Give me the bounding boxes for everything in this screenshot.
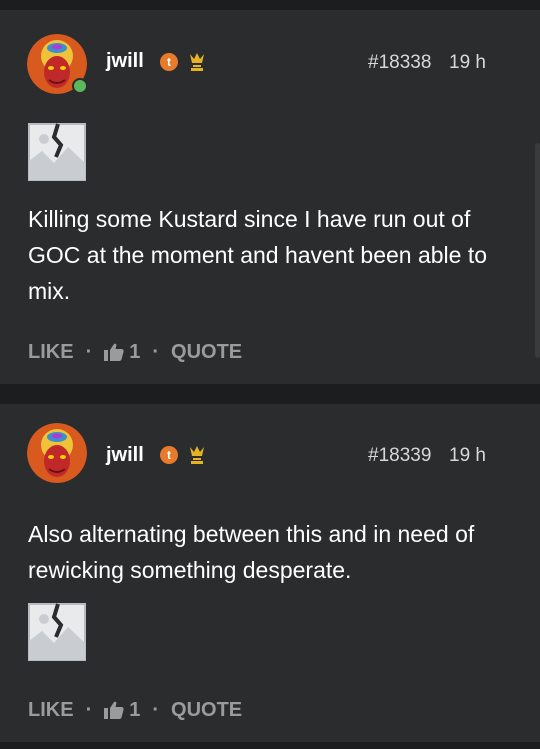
separator: · — [85, 698, 93, 721]
separator: · — [152, 698, 160, 721]
post-time: 19 h — [449, 445, 486, 466]
quote-button[interactable]: QUOTE — [171, 341, 242, 364]
badge-icon: t — [160, 446, 178, 464]
post-actions: LIKE · 1 · QUOTE — [28, 697, 242, 723]
thumbs-up-icon — [104, 701, 124, 719]
username[interactable]: jwill — [106, 444, 144, 467]
scrollbar[interactable] — [535, 143, 540, 358]
separator: · — [152, 340, 160, 363]
post-actions: LIKE · 1 · QUOTE — [28, 339, 242, 365]
avatar[interactable] — [27, 423, 87, 483]
quote-button[interactable]: QUOTE — [171, 699, 242, 722]
username[interactable]: jwill — [106, 50, 144, 73]
broken-image-icon — [28, 603, 86, 661]
post-number-link[interactable]: #18338 — [368, 52, 431, 74]
post-card: jwill t #18338 19 h Killing some Kustard… — [0, 10, 540, 384]
post-time: 19 h — [449, 52, 486, 73]
like-button[interactable]: LIKE — [28, 341, 74, 364]
post-number-link[interactable]: #18339 — [368, 445, 431, 467]
like-count-value: 1 — [129, 340, 141, 363]
like-count[interactable]: 1 — [104, 699, 140, 722]
like-button[interactable]: LIKE — [28, 699, 74, 722]
crown-icon — [190, 53, 204, 71]
thumbs-up-icon — [104, 343, 124, 361]
online-status-icon — [72, 78, 88, 94]
separator: · — [85, 340, 93, 363]
broken-image-icon — [28, 123, 86, 181]
crown-icon — [190, 446, 204, 464]
post-content: Killing some Kustard since I have run ou… — [28, 206, 488, 304]
post-content: Also alternating between this and in nee… — [28, 521, 475, 583]
like-count[interactable]: 1 — [104, 341, 140, 364]
post-card: jwill t #18339 19 h Also alternating bet… — [0, 404, 540, 742]
like-count-value: 1 — [129, 698, 141, 721]
badge-icon: t — [160, 53, 178, 71]
